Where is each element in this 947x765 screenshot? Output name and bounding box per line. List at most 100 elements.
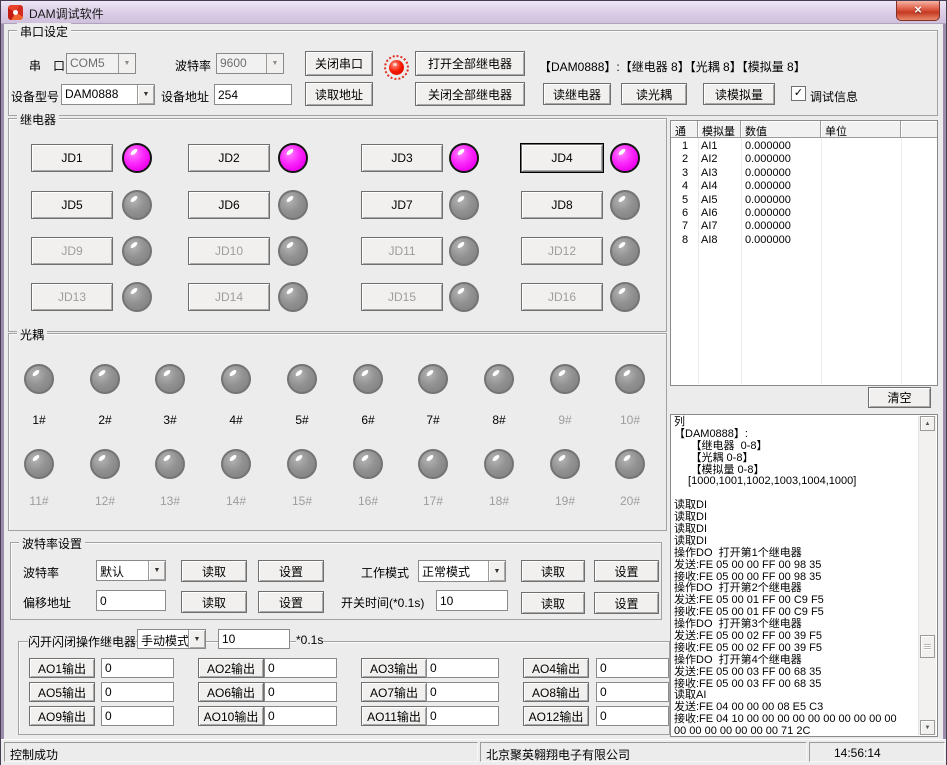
ao-input-4[interactable] <box>596 658 669 678</box>
ao-button-4[interactable]: AO4输出 <box>523 658 589 678</box>
close-serial-button[interactable]: 关闭串口 <box>305 51 373 76</box>
analog-value: 0.000000 <box>745 167 791 179</box>
read-addr-button[interactable]: 读取地址 <box>305 82 373 106</box>
ao-button-11[interactable]: AO11输出 <box>361 706 427 726</box>
flash-time-input[interactable] <box>218 629 290 649</box>
log-scrollbar[interactable]: ▲ ▼ <box>918 416 936 735</box>
ao-input-1[interactable] <box>101 658 174 678</box>
open-all-relays-button[interactable]: 打开全部继电器 <box>415 51 525 76</box>
clear-log-button[interactable]: 清空 <box>868 387 931 408</box>
relay-led-3 <box>449 143 479 173</box>
ao-input-6[interactable] <box>264 682 337 702</box>
log-line: 【继电器 0-8】 <box>674 441 917 453</box>
analog-value: 0.000000 <box>745 153 791 165</box>
th-extra <box>901 121 937 138</box>
ao-input-11[interactable] <box>426 706 499 726</box>
read-relays-button[interactable]: 读继电器 <box>543 83 611 105</box>
debug-info-checkbox[interactable]: ✓ <box>791 86 806 101</box>
relay-button-jd1[interactable]: JD1 <box>31 144 113 172</box>
relay-button-jd8[interactable]: JD8 <box>521 191 603 219</box>
relay-button-jd6[interactable]: JD6 <box>188 191 270 219</box>
switch-time-read-button[interactable]: 读取 <box>521 592 585 614</box>
switch-time-set-button[interactable]: 设置 <box>594 592 659 614</box>
switch-time-input[interactable] <box>436 590 508 611</box>
ao-input-7[interactable] <box>426 682 499 702</box>
baud-settings-title: 波特率设置 <box>19 535 85 552</box>
ao-input-2[interactable] <box>264 658 337 678</box>
chevron-down-icon: ▼ <box>266 54 283 73</box>
work-mode-read-button[interactable]: 读取 <box>521 560 585 582</box>
flash-mode-value: 手动模式 <box>138 630 188 648</box>
analog-name: AI1 <box>701 140 718 152</box>
opto-label-16#: 16# <box>348 494 388 508</box>
analog-value: 0.000000 <box>745 234 791 246</box>
ao-button-7[interactable]: AO7输出 <box>361 682 427 702</box>
work-mode-set-button[interactable]: 设置 <box>594 560 659 582</box>
ao-button-1[interactable]: AO1输出 <box>29 658 95 678</box>
opto-led-11# <box>24 449 54 479</box>
relay-button-jd16: JD16 <box>521 283 603 311</box>
ao-input-9[interactable] <box>101 706 174 726</box>
analog-value: 0.000000 <box>745 194 791 206</box>
relay-button-jd3[interactable]: JD3 <box>361 144 443 172</box>
ao-input-12[interactable] <box>596 706 669 726</box>
analog-channel: 1 <box>676 140 694 152</box>
ao-button-6[interactable]: AO6输出 <box>198 682 264 702</box>
log-line: 【DAM0888】: <box>674 429 917 441</box>
chevron-down-icon[interactable]: ▼ <box>188 630 205 648</box>
device-model-value: DAM0888 <box>62 85 137 104</box>
th-analog: 模拟量 <box>698 121 741 138</box>
analog-channel: 7 <box>676 220 694 232</box>
close-all-relays-button[interactable]: 关闭全部继电器 <box>415 82 525 106</box>
analog-name: AI8 <box>701 234 718 246</box>
relay-button-jd14: JD14 <box>188 283 270 311</box>
ao-button-9[interactable]: AO9输出 <box>29 706 95 726</box>
device-summary: 【DAM0888】:【继电器 8】【光耦 8】【模拟量 8】 <box>539 58 806 75</box>
opto-led-1# <box>24 364 54 394</box>
device-addr-input[interactable] <box>214 84 292 105</box>
read-opto-button[interactable]: 读光耦 <box>621 83 687 105</box>
analog-value: 0.000000 <box>745 207 791 219</box>
relay-button-jd7[interactable]: JD7 <box>361 191 443 219</box>
scroll-thumb[interactable] <box>920 635 935 658</box>
ao-input-3[interactable] <box>426 658 499 678</box>
ao-input-10[interactable] <box>264 706 337 726</box>
ao-input-8[interactable] <box>596 682 669 702</box>
analog-value: 0.000000 <box>745 220 791 232</box>
titlebar[interactable]: DAM调试软件 × <box>1 1 946 24</box>
ao-button-10[interactable]: AO10输出 <box>198 706 264 726</box>
close-button[interactable]: × <box>896 1 940 21</box>
ao-input-5[interactable] <box>101 682 174 702</box>
baudrate-read-button[interactable]: 读取 <box>181 560 247 582</box>
offset-set-button[interactable]: 设置 <box>258 591 324 613</box>
flash-operate-label: 闪开闪闭操作继电器 <box>28 633 136 650</box>
analog-channel: 4 <box>676 180 694 192</box>
ao-button-5[interactable]: AO5输出 <box>29 682 95 702</box>
offset-read-button[interactable]: 读取 <box>181 591 247 613</box>
chevron-down-icon[interactable]: ▼ <box>488 561 505 581</box>
scroll-up-icon[interactable]: ▲ <box>920 416 935 431</box>
opto-label-20#: 20# <box>610 494 650 508</box>
opto-label-14#: 14# <box>216 494 256 508</box>
ao-button-2[interactable]: AO2输出 <box>198 658 264 678</box>
relay-led-10 <box>278 236 308 266</box>
scroll-down-icon[interactable]: ▼ <box>920 720 935 735</box>
log-panel[interactable]: 列【DAM0888】: 【继电器 0-8】 【光耦 0-8】 【模拟量 0-8】… <box>670 414 938 737</box>
relay-button-jd2[interactable]: JD2 <box>188 144 270 172</box>
offset-addr-input[interactable] <box>96 590 166 611</box>
chevron-down-icon[interactable]: ▼ <box>137 85 154 104</box>
flash-mode-select[interactable]: 手动模式 ▼ <box>137 629 206 649</box>
baudrate-select[interactable]: 默认 ▼ <box>96 560 166 581</box>
work-mode-select[interactable]: 正常模式 ▼ <box>418 560 506 582</box>
opto-led-12# <box>90 449 120 479</box>
device-model-select[interactable]: DAM0888 ▼ <box>61 84 155 105</box>
baudrate-set-button[interactable]: 设置 <box>258 560 324 582</box>
relay-button-jd5[interactable]: JD5 <box>31 191 113 219</box>
ao-button-3[interactable]: AO3输出 <box>361 658 427 678</box>
read-analog-button[interactable]: 读模拟量 <box>703 83 775 105</box>
analog-channel: 6 <box>676 207 694 219</box>
ao-button-12[interactable]: AO12输出 <box>523 706 589 726</box>
relay-button-jd4[interactable]: JD4 <box>521 144 603 172</box>
ao-button-8[interactable]: AO8输出 <box>523 682 589 702</box>
chevron-down-icon[interactable]: ▼ <box>148 561 165 580</box>
